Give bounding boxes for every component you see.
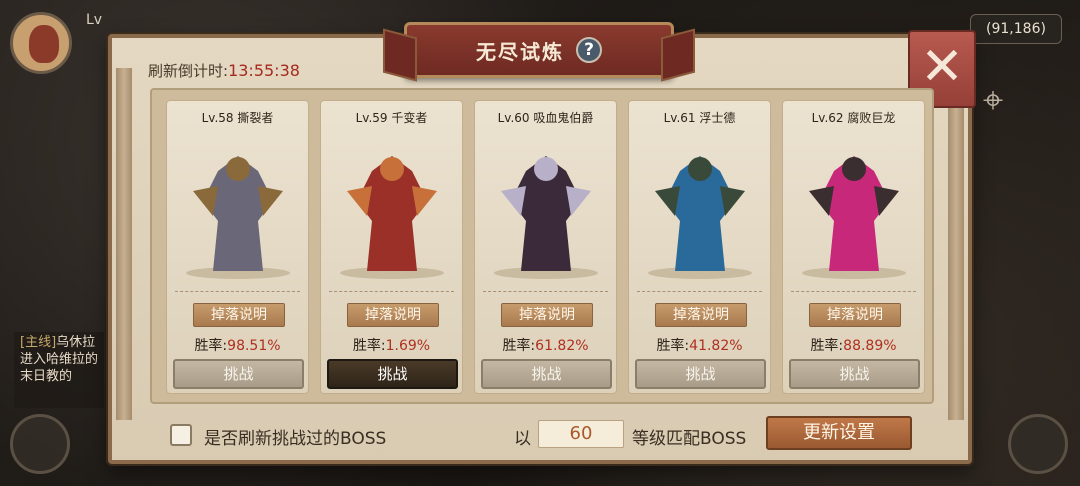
challenge-button[interactable]: 挑战 bbox=[481, 359, 612, 389]
win-rate-value: 41.82% bbox=[689, 338, 743, 354]
win-rate-label: 胜率: bbox=[352, 338, 386, 354]
boss-level: Lv.58 bbox=[201, 111, 234, 125]
boss-level: Lv.61 bbox=[663, 111, 696, 125]
card-divider bbox=[329, 291, 454, 292]
win-rate-value: 98.51% bbox=[227, 338, 281, 354]
boss-portrait bbox=[186, 156, 290, 279]
card-divider bbox=[175, 291, 300, 292]
win-rate-value: 1.69% bbox=[385, 338, 431, 354]
boss-portrait bbox=[648, 156, 752, 279]
win-rate: 胜率:98.51% bbox=[167, 335, 308, 355]
win-rate: 胜率:1.69% bbox=[321, 335, 462, 355]
refresh-label: 刷新倒计时: bbox=[148, 62, 229, 80]
boss-title: 撕裂者 bbox=[237, 111, 274, 125]
boss-card: Lv.62 腐败巨龙 掉落说明 胜率:88.89% 挑战 bbox=[782, 100, 925, 394]
help-icon[interactable]: ? bbox=[576, 37, 602, 63]
drop-info-button[interactable]: 掉落说明 bbox=[655, 303, 747, 327]
win-rate: 胜率:61.82% bbox=[475, 335, 616, 355]
quest-tag: [主线] bbox=[20, 335, 57, 350]
chat-button[interactable] bbox=[10, 414, 70, 474]
drop-info-button[interactable]: 掉落说明 bbox=[809, 303, 901, 327]
card-divider bbox=[637, 291, 762, 292]
pillar-decoration-left bbox=[116, 68, 132, 420]
boss-card: Lv.59 千变者 掉落说明 胜率:1.69% 挑战 bbox=[320, 100, 463, 394]
boss-title: 千变者 bbox=[391, 111, 428, 125]
challenge-button[interactable]: 挑战 bbox=[173, 359, 304, 389]
title-banner: 无尽试炼 ? bbox=[404, 22, 674, 78]
quest-tracker[interactable]: [主线]乌休拉 进入哈维拉的末日教的 bbox=[14, 332, 104, 408]
boss-name: Lv.61 浮士德 bbox=[629, 109, 770, 126]
building-button[interactable] bbox=[1008, 414, 1068, 474]
update-settings-button[interactable]: 更新设置 bbox=[766, 416, 912, 450]
map-coordinates: (91,186) bbox=[970, 14, 1062, 44]
boss-title: 浮士德 bbox=[699, 111, 736, 125]
dialog-title: 无尽试炼 bbox=[476, 39, 564, 64]
card-divider bbox=[791, 291, 916, 292]
boss-name: Lv.62 腐败巨龙 bbox=[783, 109, 924, 126]
boss-card: Lv.61 浮士德 掉落说明 胜率:41.82% 挑战 bbox=[628, 100, 771, 394]
endless-trial-dialog: 无尽试炼 ? ✕ 刷新倒计时:13:55:38 Lv.58 撕裂者 掉落说明 胜… bbox=[108, 22, 976, 464]
win-rate-label: 胜率: bbox=[194, 338, 228, 354]
drop-info-button[interactable]: 掉落说明 bbox=[193, 303, 285, 327]
win-rate-label: 胜率: bbox=[656, 338, 690, 354]
boss-panel: Lv.58 撕裂者 掉落说明 胜率:98.51% 挑战 Lv.59 千变者 掉落… bbox=[150, 88, 934, 404]
refresh-time: 13:55:38 bbox=[228, 61, 300, 80]
boss-portrait bbox=[494, 156, 598, 279]
card-divider bbox=[483, 291, 608, 292]
win-rate: 胜率:88.89% bbox=[783, 335, 924, 355]
challenge-button[interactable]: 挑战 bbox=[789, 359, 920, 389]
boss-level: Lv.60 bbox=[497, 111, 530, 125]
player-avatar[interactable] bbox=[10, 12, 72, 74]
player-level: Lv bbox=[86, 12, 103, 28]
boss-level: Lv.59 bbox=[355, 111, 388, 125]
boss-title: 吸血鬼伯爵 bbox=[533, 111, 594, 125]
boss-level-input[interactable]: 60 bbox=[538, 420, 624, 448]
boss-name: Lv.60 吸血鬼伯爵 bbox=[475, 109, 616, 126]
boss-portrait bbox=[340, 156, 444, 279]
boss-card: Lv.58 撕裂者 掉落说明 胜率:98.51% 挑战 bbox=[166, 100, 309, 394]
boss-name: Lv.59 千变者 bbox=[321, 109, 462, 126]
refresh-boss-checkbox[interactable] bbox=[170, 424, 192, 446]
boss-portrait bbox=[802, 156, 906, 279]
drop-info-button[interactable]: 掉落说明 bbox=[501, 303, 593, 327]
boss-name: Lv.58 撕裂者 bbox=[167, 109, 308, 126]
drop-info-button[interactable]: 掉落说明 bbox=[347, 303, 439, 327]
refresh-countdown: 刷新倒计时:13:55:38 bbox=[148, 60, 300, 81]
challenge-button[interactable]: 挑战 bbox=[635, 359, 766, 389]
boss-title: 腐败巨龙 bbox=[847, 111, 896, 125]
boss-card-list: Lv.58 撕裂者 掉落说明 胜率:98.51% 挑战 Lv.59 千变者 掉落… bbox=[166, 100, 925, 394]
refresh-boss-label: 是否刷新挑战过的BOSS bbox=[204, 429, 387, 449]
level-prefix: 以 bbox=[514, 429, 531, 449]
level-suffix: 等级匹配BOSS bbox=[632, 429, 747, 449]
win-rate-label: 胜率: bbox=[502, 338, 536, 354]
pillar-decoration-right bbox=[948, 68, 964, 420]
boss-level: Lv.62 bbox=[811, 111, 844, 125]
win-rate-value: 61.82% bbox=[535, 338, 589, 354]
win-rate-label: 胜率: bbox=[810, 338, 844, 354]
win-rate: 胜率:41.82% bbox=[629, 335, 770, 355]
boss-card: Lv.60 吸血鬼伯爵 掉落说明 胜率:61.82% 挑战 bbox=[474, 100, 617, 394]
challenge-button[interactable]: 挑战 bbox=[327, 359, 458, 389]
settings-row: 是否刷新挑战过的BOSS 以 60 等级匹配BOSS 更新设置 bbox=[170, 416, 912, 452]
win-rate-value: 88.89% bbox=[843, 338, 897, 354]
